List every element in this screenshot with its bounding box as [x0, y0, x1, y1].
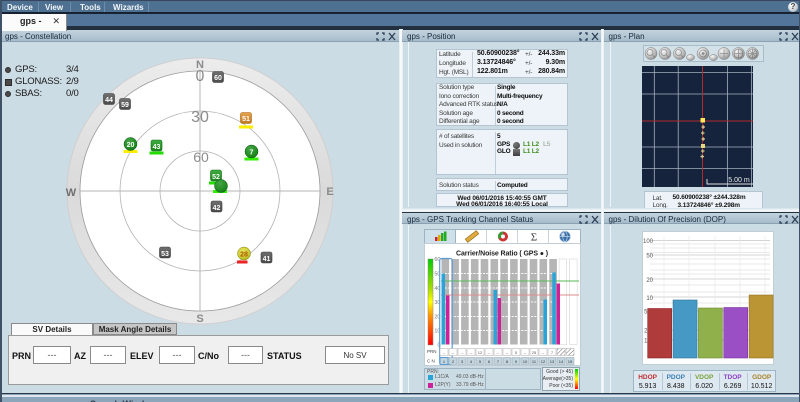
svg-text:42: 42: [213, 205, 221, 212]
svg-text:60: 60: [193, 149, 209, 165]
svg-text:20: 20: [127, 142, 135, 149]
svg-text:Carrier/Noise Ratio ( GPS ●: Carrier/Noise Ratio ( GPS ● ): [456, 251, 548, 258]
svg-text:100: 100: [642, 239, 653, 245]
svg-text:10: 10: [523, 359, 528, 364]
svg-text:14: 14: [559, 359, 564, 364]
svg-text:28: 28: [240, 252, 248, 259]
svg-text:W: W: [66, 187, 77, 199]
svg-text:E: E: [326, 186, 333, 198]
svg-text:30: 30: [191, 109, 209, 126]
svg-text:Σ: Σ: [531, 232, 537, 244]
svg-text:43: 43: [153, 144, 161, 151]
svg-text:7: 7: [250, 150, 254, 157]
svg-text:53: 53: [161, 251, 169, 258]
svg-text:25: 25: [532, 350, 537, 355]
svg-text:41: 41: [263, 256, 271, 263]
svg-text:S: S: [196, 313, 203, 325]
svg-text:20: 20: [646, 278, 653, 284]
svg-text:5.00 m: 5.00 m: [728, 177, 750, 184]
svg-text:15: 15: [568, 359, 573, 364]
svg-text:60: 60: [214, 75, 222, 82]
svg-text:59: 59: [121, 102, 129, 109]
svg-text:PRN: PRN: [427, 349, 437, 354]
svg-text:0: 0: [196, 68, 205, 85]
svg-text:51: 51: [242, 116, 250, 123]
svg-text:13: 13: [550, 359, 555, 364]
svg-text:50: 50: [646, 254, 653, 260]
svg-text:10: 10: [646, 296, 653, 302]
svg-text:12: 12: [541, 359, 546, 364]
svg-text:12: 12: [478, 350, 483, 355]
svg-text:C N: C N: [427, 359, 435, 364]
